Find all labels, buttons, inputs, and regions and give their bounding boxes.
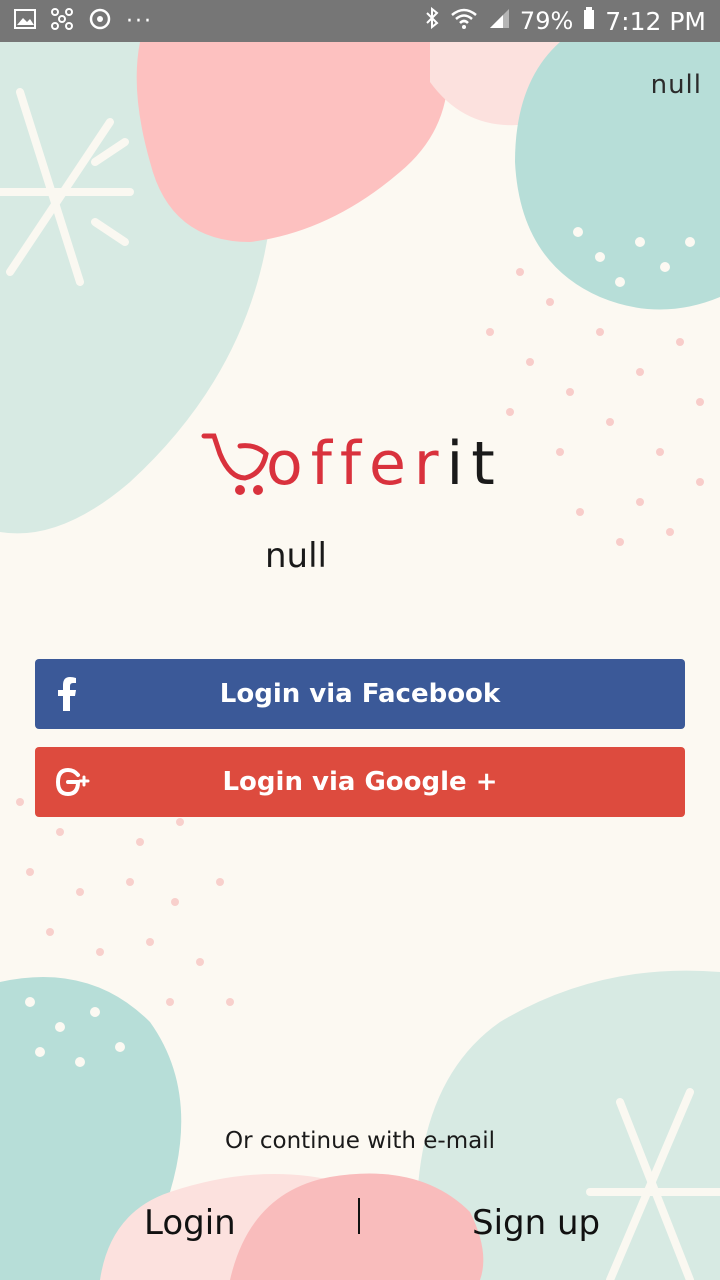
signup-link[interactable]: Sign up (472, 1203, 600, 1243)
sync-icon (88, 7, 112, 35)
login-link[interactable]: Login (144, 1203, 236, 1243)
subtitle-label: null (265, 536, 327, 576)
image-icon (14, 9, 36, 33)
login-facebook-button[interactable]: Login via Facebook (35, 659, 685, 729)
battery-icon (583, 7, 595, 35)
signal-icon (488, 7, 510, 35)
login-facebook-label: Login via Facebook (219, 679, 501, 709)
google-plus-icon (55, 747, 91, 817)
battery-percent: 79% (519, 7, 574, 35)
login-google-label: Login via Google + (222, 767, 498, 797)
pinwheel-icon (50, 7, 74, 35)
top-right-label: null (650, 70, 702, 100)
facebook-icon (55, 659, 79, 729)
status-bar: ··· 79% 7:12 PM (0, 0, 720, 42)
logo-text-dark: it (446, 429, 503, 499)
more-dots-icon: ··· (126, 8, 153, 34)
cart-icon (201, 433, 269, 495)
divider (358, 1198, 360, 1234)
logo-text-red: offer (266, 429, 447, 499)
offerit-logo: offerit (200, 424, 530, 504)
login-google-button[interactable]: Login via Google + (35, 747, 685, 817)
or-continue-text: Or continue with e-mail (224, 1128, 496, 1154)
wifi-icon (450, 7, 478, 35)
clock: 7:12 PM (605, 6, 706, 36)
bluetooth-icon (424, 6, 440, 36)
